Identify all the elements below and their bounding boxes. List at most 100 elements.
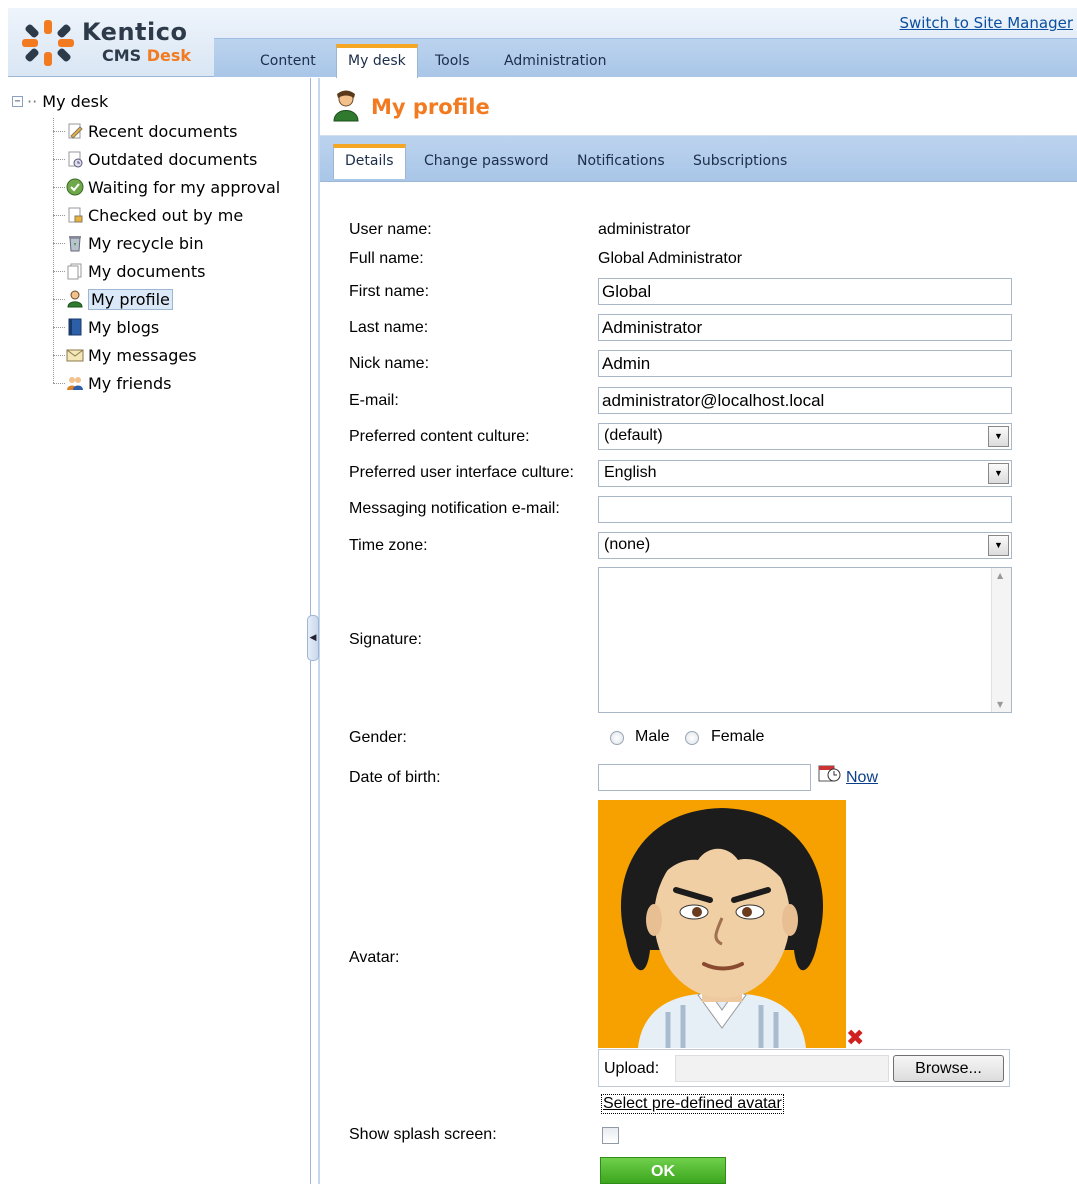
blog-book-icon [68,318,82,336]
tree-item-my-messages[interactable]: My messages [53,343,197,367]
arrow-left-icon: ◀ [309,633,317,643]
content-culture-select[interactable]: (default) ▼ [598,423,1012,450]
dropdown-arrow-icon[interactable]: ▼ [988,426,1009,447]
tab-notifications[interactable]: Notifications [577,153,665,169]
tree-connector [53,158,65,160]
tree-item-label: Outdated documents [88,149,258,169]
tree-item-waiting-for-my-approval[interactable]: Waiting for my approval [53,175,280,199]
nick-name-field[interactable] [598,350,1012,377]
tab-tools[interactable]: Tools [435,53,470,69]
user-profile-icon [67,290,83,308]
gender-male-radio[interactable] [610,731,624,745]
user-name-label: User name: [349,221,432,238]
logo-cms-text: CMS [102,46,142,65]
logo-text: Kentico [82,18,188,46]
avatar-cartoon [598,800,846,1048]
avatar-image [598,800,846,1048]
avatar-upload-box: Upload: Browse... [598,1049,1010,1087]
tree-item-my-friends[interactable]: My friends [53,371,172,395]
messaging-email-field[interactable] [598,496,1012,523]
tree-connector [53,214,65,216]
scroll-up-icon[interactable]: ▲ [997,571,1003,580]
delete-avatar-icon[interactable]: ✖ [846,1026,864,1051]
tree-item-label: My messages [88,345,197,365]
splash-screen-checkbox[interactable] [602,1127,619,1144]
calendar-icon[interactable] [818,763,842,785]
dropdown-arrow-icon[interactable]: ▼ [988,463,1009,484]
tree-item-label: Recent documents [88,121,238,141]
tree-item-my-blogs[interactable]: My blogs [53,315,159,339]
my-desk-tree: − ·· My desk Recent documents Outdated d… [8,78,311,1184]
tree-connector [53,326,65,328]
first-name-field[interactable] [598,278,1012,305]
documents-icon [67,263,82,280]
tree-connector [53,298,65,300]
date-of-birth-field[interactable] [598,764,811,791]
kentico-logo-icon [22,20,74,66]
content-culture-value: (default) [604,427,663,444]
upload-label: Upload: [604,1060,660,1077]
scroll-down-icon[interactable]: ▼ [997,700,1003,709]
tab-my-desk[interactable]: My desk [336,44,418,79]
tab-details[interactable]: Details [333,144,406,179]
last-name-field[interactable] [598,314,1012,341]
date-now-link[interactable]: Now [846,769,878,787]
page-title: My profile [371,95,490,119]
tree-item-my-recycle-bin[interactable]: My recycle bin [53,231,204,255]
splash-screen-label: Show splash screen: [349,1126,497,1143]
full-name-value: Global Administrator [598,250,743,267]
signature-textarea[interactable]: ▲ ▼ [598,567,1012,713]
tab-change-password[interactable]: Change password [424,153,549,169]
time-zone-label: Time zone: [349,537,428,554]
gender-female-radio[interactable] [685,731,699,745]
time-zone-value: (none) [604,536,651,553]
gender-male-label[interactable]: Male [635,728,670,746]
checked-out-document-icon [68,207,83,223]
tree-item-label: My blogs [88,317,160,337]
nick-name-label: Nick name: [349,355,430,372]
messaging-email-label: Messaging notification e-mail: [349,500,560,517]
tree-item-label: My friends [88,373,172,393]
tree-item-checked-out-by-me[interactable]: Checked out by me [53,203,243,227]
textarea-scrollbar[interactable]: ▲ ▼ [991,568,1011,712]
ok-button[interactable]: OK [600,1157,726,1184]
gender-female-label[interactable]: Female [711,728,764,746]
tab-content[interactable]: Content [260,53,316,69]
user-name-value: administrator [598,221,691,238]
tree-item-outdated-documents[interactable]: Outdated documents [53,147,257,171]
tab-subscriptions[interactable]: Subscriptions [693,153,787,169]
tab-administration[interactable]: Administration [504,53,606,69]
tree-item-my-documents[interactable]: My documents [53,259,205,283]
tree-item-label: My profile [88,288,173,310]
tree-connector [53,270,65,272]
tree-connector [53,130,65,132]
select-predefined-avatar-link[interactable]: Select pre-defined avatar [601,1094,784,1114]
tree-item-my-profile[interactable]: My profile [53,287,173,311]
collapse-icon[interactable]: − [12,96,23,107]
switch-to-site-manager-link[interactable]: Switch to Site Manager [899,14,1073,32]
tree-item-label: Waiting for my approval [88,177,281,197]
email-field[interactable] [598,387,1012,414]
logo-subtitle: CMS Desk [102,46,191,65]
signature-label: Signature: [349,631,422,648]
browse-button[interactable]: Browse... [893,1055,1004,1082]
email-label: E-mail: [349,392,399,409]
app-header: Kentico CMS Desk Switch to Site Manager … [8,8,1077,79]
approval-check-icon [66,178,84,196]
tree-item-recent-documents[interactable]: Recent documents [53,119,237,143]
content-culture-label: Preferred content culture: [349,428,530,445]
recycle-bin-icon [69,236,81,252]
user-profile-icon [333,90,359,122]
collapse-panel-handle[interactable]: ◀ [307,615,319,661]
tree-connector [53,354,65,356]
tree-root-my-desk[interactable]: − ·· My desk [12,92,108,111]
tree-item-label: Checked out by me [88,205,244,225]
time-zone-select[interactable]: (none) ▼ [598,532,1012,559]
friends-icon [67,377,83,390]
dropdown-arrow-icon[interactable]: ▼ [988,535,1009,556]
upload-file-field[interactable] [675,1055,889,1082]
page-title-bar: My profile [320,78,1077,136]
date-of-birth-label: Date of birth: [349,769,441,786]
ui-culture-select[interactable]: English ▼ [598,460,1012,487]
ui-culture-label: Preferred user interface culture: [349,464,574,481]
